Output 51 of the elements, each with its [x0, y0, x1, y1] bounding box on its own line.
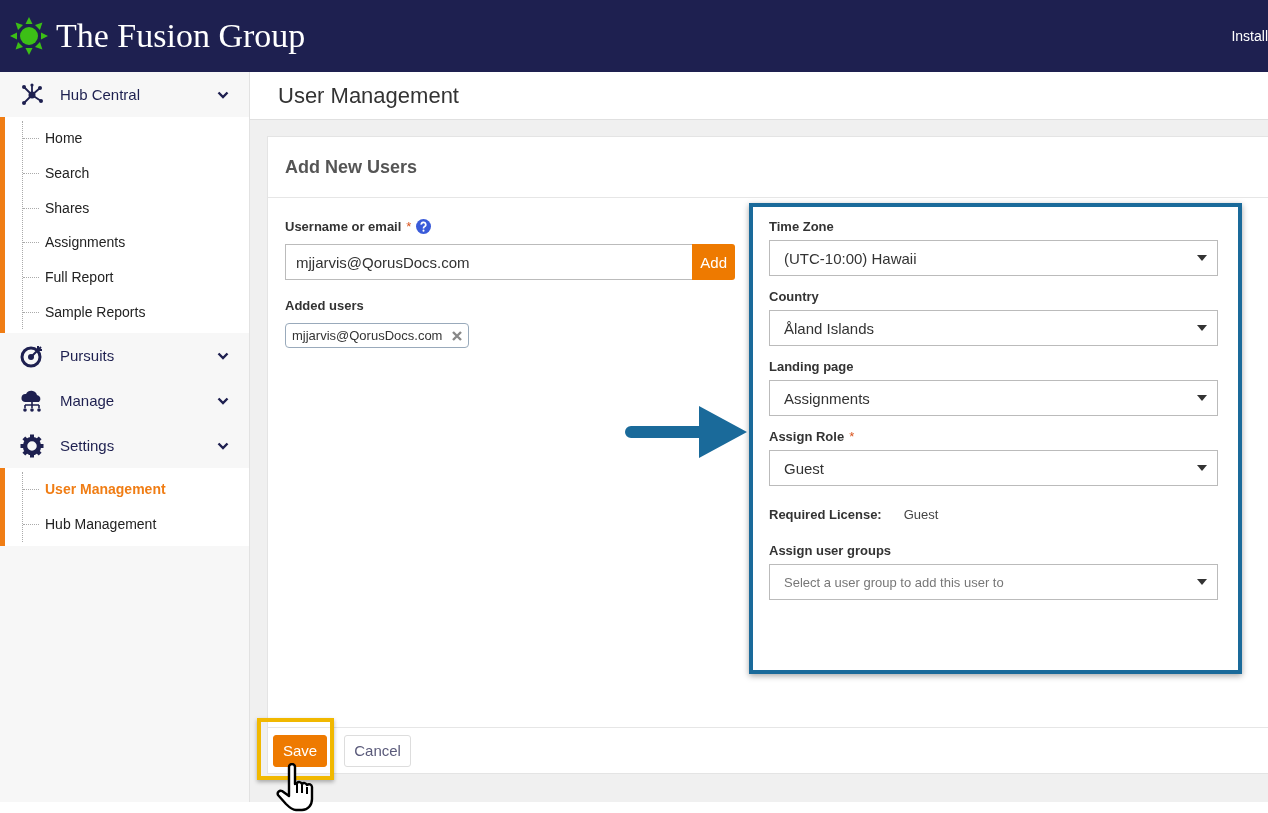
sidebar-group[interactable]: Manage	[0, 378, 249, 424]
sidebar-item[interactable]: Shares	[23, 190, 249, 226]
network-icon	[20, 82, 44, 107]
dropdown-field[interactable]: Guest	[769, 450, 1218, 486]
sidebar-group[interactable]: Settings	[0, 423, 249, 469]
page-title: User Management	[278, 82, 459, 109]
dropdown-field[interactable]: Select a user group to add this user to	[769, 564, 1218, 600]
caret-down-icon	[1197, 395, 1207, 401]
sidebar-item[interactable]: Full Report	[23, 259, 249, 295]
remove-icon[interactable]	[452, 330, 463, 341]
dropdown-field[interactable]: Assignments	[769, 380, 1218, 416]
arrow-icon	[625, 405, 749, 459]
chevron-down-icon	[217, 351, 229, 360]
sidebar-item[interactable]: Home	[23, 121, 249, 156]
caret-down-icon	[1197, 579, 1207, 585]
card-title: Add New Users	[285, 156, 418, 178]
sidebar-item[interactable]: Assignments	[23, 225, 249, 260]
cancel-button[interactable]: Cancel	[344, 734, 411, 767]
dropdown-field[interactable]: Åland Islands	[769, 310, 1218, 346]
sidebar-item[interactable]: Search	[23, 155, 249, 191]
field-label: Assign user groups	[769, 543, 892, 558]
brand-name: The Fusion Group	[56, 17, 306, 55]
field-label: Username or email	[285, 219, 402, 234]
sidebar-item[interactable]: Hub Management	[23, 506, 249, 542]
chevron-down-icon	[217, 441, 229, 450]
sidebar-group[interactable]: Pursuits	[0, 333, 249, 379]
sidebar-item[interactable]: Sample Reports	[23, 294, 249, 330]
install-link[interactable]: Install	[1231, 28, 1268, 44]
sun-logo-icon	[10, 17, 48, 55]
settings-icon	[20, 433, 44, 458]
target-icon	[20, 343, 44, 368]
tag-text: mjjarvis@QorusDocs.com	[292, 328, 443, 343]
required-mark: *	[849, 429, 855, 444]
info-value: Guest	[903, 507, 939, 522]
chevron-down-icon	[217, 396, 229, 405]
chevron-down-icon	[217, 90, 229, 99]
info-label: Required License:	[769, 507, 882, 522]
field-label: Country	[769, 289, 819, 304]
username-field[interactable]: mjjarvis@QorusDocs.com	[285, 244, 693, 280]
field-label: Landing page	[769, 359, 854, 374]
field-label: Added users	[285, 298, 364, 313]
dropdown-field[interactable]: (UTC-10:00) Hawaii	[769, 240, 1218, 276]
help-icon[interactable]	[416, 219, 432, 234]
caret-down-icon	[1197, 255, 1207, 261]
field-label: Assign Role	[769, 429, 845, 444]
field-label: Time Zone	[769, 219, 834, 234]
caret-down-icon	[1197, 465, 1207, 471]
required-mark: *	[406, 219, 412, 234]
caret-down-icon	[1197, 325, 1207, 331]
cloud-network-icon	[20, 388, 44, 413]
sidebar-group[interactable]: Hub Central	[0, 72, 249, 117]
